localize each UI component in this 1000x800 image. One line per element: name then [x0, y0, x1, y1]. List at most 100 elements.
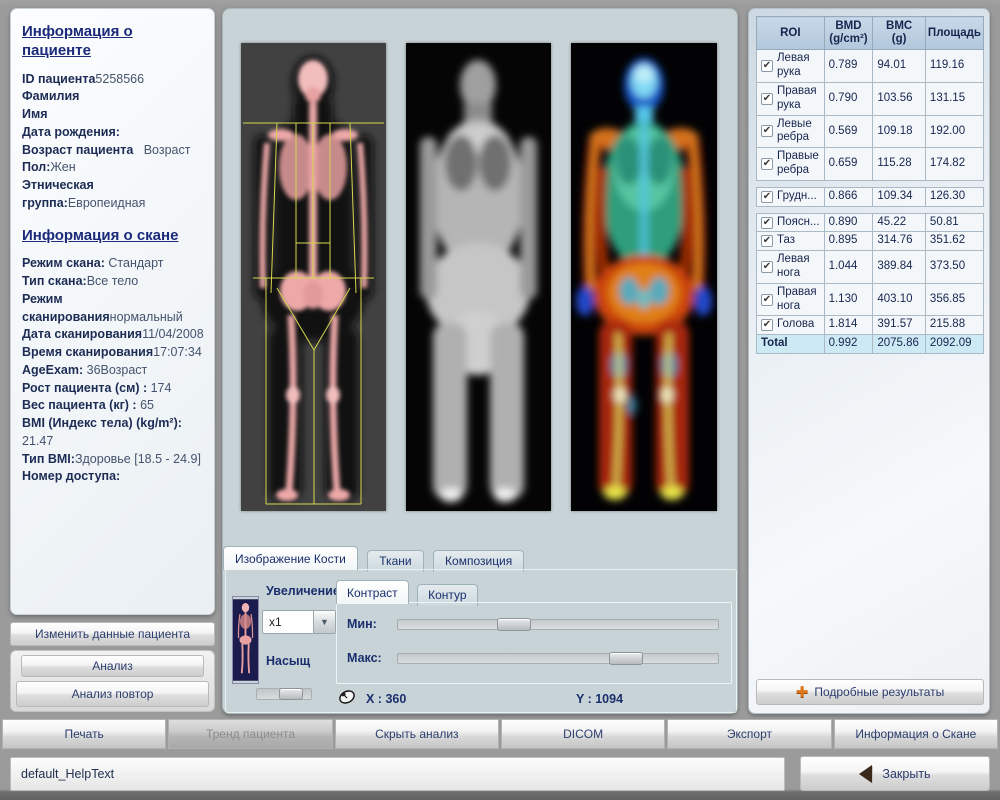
column-header: BMC(g): [873, 17, 926, 50]
info-field: Тип BMI:Здоровье [18.5 - 24.9]: [22, 451, 205, 469]
roi-checkbox-checked-icon[interactable]: ✔: [761, 191, 773, 203]
info-field: Возраст пациента Возраст: [22, 142, 205, 160]
roi-value: 126.30: [925, 187, 983, 206]
roi-name: Поясн...: [777, 216, 820, 230]
action-bar: ПечатьТренд пациентаСкрыть анализDICOMЭк…: [2, 719, 998, 749]
column-header: ROI: [757, 17, 825, 50]
table-row: ✔Левая нога1.044389.84373.50: [757, 251, 984, 284]
roi-checkbox-checked-icon[interactable]: ✔: [761, 60, 773, 72]
table-row: ✔Правая нога1.130403.10356.85: [757, 283, 984, 316]
roi-checkbox-checked-icon[interactable]: ✔: [761, 125, 773, 137]
image-control-panel: Увеличение x1 ▼ Насыщ Контр: [225, 569, 737, 713]
table-row: ✔Голова1.814391.57215.88: [757, 316, 984, 335]
help-text-field[interactable]: default_HelpText: [10, 757, 785, 791]
action-button-печать[interactable]: Печать: [2, 719, 166, 749]
close-button[interactable]: Закрыть: [800, 756, 990, 791]
roi-name: Таз: [777, 234, 795, 248]
results-panel: ROIBMD(g/cm²)BMC(g)Площадь ✔Левая рука0.…: [748, 8, 990, 714]
zoom-label: Увеличение: [266, 584, 340, 598]
roi-checkbox-checked-icon[interactable]: ✔: [761, 93, 773, 105]
roi-checkbox-checked-icon[interactable]: ✔: [761, 319, 773, 331]
table-row: ✔ Поясн... 0.89045.2250.81: [757, 213, 984, 232]
roi-value: 45.22: [873, 213, 926, 232]
max-slider-thumb[interactable]: [609, 652, 643, 665]
info-field: Имя: [22, 106, 205, 124]
max-slider[interactable]: [397, 653, 719, 664]
roi-value: 50.81: [925, 213, 983, 232]
min-slider-thumb[interactable]: [497, 618, 531, 631]
roi-name: Левые ребра: [777, 118, 820, 146]
roi-value: 109.34: [873, 187, 926, 206]
info-field: AgeExam: 36Возраст: [22, 362, 205, 380]
total-value: 2092.09: [925, 335, 983, 354]
table-row: ✔Грудн...0.866109.34126.30: [757, 187, 984, 206]
info-field: Номер доступа:: [22, 468, 205, 486]
action-button-экспорт[interactable]: Экспорт: [667, 719, 831, 749]
roi-value: 131.15: [925, 83, 983, 116]
roi-value: 0.789: [824, 50, 873, 83]
help-text: default_HelpText: [21, 767, 114, 781]
action-button-тренд-пациента[interactable]: Тренд пациента: [168, 719, 332, 749]
info-field: Дата сканирования11/04/2008: [22, 326, 205, 344]
mouse-x-coordinate: X : 360: [366, 692, 406, 706]
tissue-scan-image[interactable]: [406, 43, 551, 511]
saturation-slider-thumb[interactable]: [279, 688, 303, 700]
roi-value: 1.044: [824, 251, 873, 284]
roi-checkbox-checked-icon[interactable]: ✔: [761, 217, 773, 229]
zoom-dropdown[interactable]: x1 ▼: [262, 610, 336, 634]
composition-scan-image[interactable]: [571, 43, 717, 511]
roi-value: 1.130: [824, 283, 873, 316]
column-header: Площадь: [925, 17, 983, 50]
total-value: 2075.86: [873, 335, 926, 354]
roi-value: 0.866: [824, 187, 873, 206]
bone-scan-image[interactable]: [241, 43, 386, 511]
roi-value: 0.569: [824, 115, 873, 148]
viewer-panel: Изображение Кости Ткани Композиция Увели…: [222, 8, 738, 714]
roi-value: 0.790: [824, 83, 873, 116]
info-field: Режим скана: Стандарт: [22, 255, 205, 273]
roi-value: 215.88: [925, 316, 983, 335]
plus-icon: ✚: [796, 683, 809, 701]
analysis-button-group: Анализ Анализ повтор: [10, 650, 215, 712]
roi-name: Левая рука: [777, 52, 820, 80]
min-label: Мин:: [347, 617, 377, 631]
roi-value: 0.890: [824, 213, 873, 232]
edit-patient-button[interactable]: Изменить данные пациента: [10, 622, 215, 646]
info-field: BMI (Индекс тела) (kg/m²): 21.47: [22, 415, 205, 451]
roi-value: 1.814: [824, 316, 873, 335]
tab-bone-image[interactable]: Изображение Кости: [223, 546, 358, 570]
roi-checkbox-checked-icon[interactable]: ✔: [761, 235, 773, 247]
patient-info-title: Информация о пациенте: [22, 23, 205, 61]
saturation-label: Насыщ: [266, 654, 310, 668]
roi-value: 0.895: [824, 232, 873, 251]
roi-checkbox-checked-icon[interactable]: ✔: [761, 294, 773, 306]
mouse-y-coordinate: Y : 1094: [576, 692, 623, 706]
viewer-tabstrip: Изображение Кости Ткани Композиция: [223, 546, 737, 569]
detailed-results-button[interactable]: ✚ Подробные результаты: [756, 679, 984, 705]
min-slider[interactable]: [397, 619, 719, 630]
info-field: Рост пациента (см) : 174: [22, 380, 205, 398]
roi-value: 103.56: [873, 83, 926, 116]
info-field: Пол:Жен: [22, 159, 205, 177]
info-field: Фамилия: [22, 88, 205, 106]
action-button-dicom[interactable]: DICOM: [501, 719, 665, 749]
analysis-button[interactable]: Анализ: [21, 655, 204, 677]
action-button-информация-о-скане[interactable]: Информация о Скане: [834, 719, 998, 749]
table-row: ✔Левые ребра0.569109.18192.00: [757, 115, 984, 148]
dropdown-arrow-icon[interactable]: ▼: [313, 611, 335, 633]
roi-checkbox-checked-icon[interactable]: ✔: [761, 261, 773, 273]
roi-name: Правые ребра: [777, 150, 820, 178]
scan-thumbnail-image[interactable]: [232, 596, 259, 684]
info-field: Вес пациента (кг) : 65: [22, 397, 205, 415]
roi-value: 403.10: [873, 283, 926, 316]
max-label: Макс:: [347, 651, 382, 665]
roi-value: 351.62: [925, 232, 983, 251]
back-arrow-icon: [859, 765, 872, 783]
info-field: Дата рождения:: [22, 124, 205, 142]
saturation-slider[interactable]: [256, 688, 312, 700]
action-button-скрыть-анализ[interactable]: Скрыть анализ: [335, 719, 499, 749]
reanalysis-button[interactable]: Анализ повтор: [16, 681, 209, 707]
roi-checkbox-checked-icon[interactable]: ✔: [761, 158, 773, 170]
roi-results-table: ROIBMD(g/cm²)BMC(g)Площадь ✔Левая рука0.…: [756, 16, 984, 354]
subtab-contrast[interactable]: Контраст: [336, 580, 409, 604]
